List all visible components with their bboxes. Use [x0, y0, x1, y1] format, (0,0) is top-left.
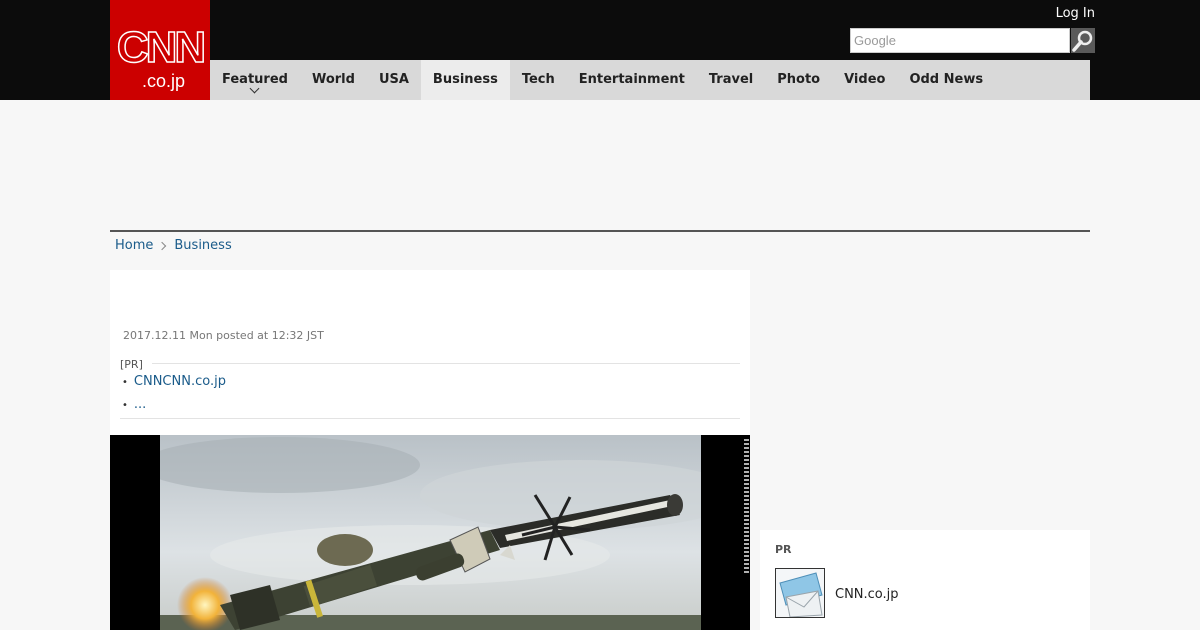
- nav-label: Photo: [777, 72, 821, 87]
- section-divider: [110, 230, 1090, 232]
- chevron-right-icon: [158, 241, 167, 250]
- nav-label: Entertainment: [578, 72, 685, 87]
- nav-label: Travel: [708, 72, 754, 87]
- breadcrumb: Home Business: [115, 238, 232, 253]
- nav-video[interactable]: Video: [832, 60, 897, 100]
- login-link[interactable]: Log In: [1056, 6, 1095, 21]
- nav-label: World: [311, 72, 355, 87]
- nav-featured[interactable]: Featured: [210, 60, 300, 100]
- logo-text: CNN: [116, 23, 207, 73]
- nav-label: Business: [432, 72, 498, 87]
- pr-link-text: CNNCNN.co.jp: [133, 374, 226, 389]
- nav-business[interactable]: Business: [420, 60, 510, 100]
- nav-label: Odd News: [909, 72, 984, 87]
- pr-link-item[interactable]: • CNNCNN.co.jp: [122, 374, 226, 389]
- pr-divider-bottom: [120, 418, 740, 419]
- pr-link-item[interactable]: •...: [122, 397, 146, 412]
- post-date: 2017.12.11 Mon posted at 12:32 JST: [123, 329, 324, 342]
- main-nav: Featured World USA Business Tech Enterta…: [210, 60, 1090, 100]
- sidebar-pr-box: PR CNN.co.jp: [760, 530, 1090, 630]
- search-icon: [1072, 30, 1093, 52]
- cnn-logo[interactable]: CNN .co.jp: [110, 0, 210, 100]
- nav-world[interactable]: World: [300, 60, 367, 100]
- nav-odd-news[interactable]: Odd News: [897, 60, 995, 100]
- nav-photo[interactable]: Photo: [765, 60, 832, 100]
- pr-link-text: ...: [133, 397, 147, 412]
- photo-credit-strip: [744, 439, 749, 574]
- nav-usa[interactable]: USA: [367, 60, 421, 100]
- nav-entertainment[interactable]: Entertainment: [567, 60, 697, 100]
- breadcrumb-business[interactable]: Business: [174, 238, 231, 253]
- bullet-icon: •: [122, 400, 128, 411]
- nav-label: Video: [844, 72, 886, 87]
- nav-label: Tech: [521, 72, 555, 87]
- pr-label: [PR]: [120, 358, 143, 371]
- pr-divider: [152, 363, 740, 364]
- pr-thumbnail[interactable]: [775, 568, 825, 618]
- pr-item-name[interactable]: CNN.co.jp: [835, 587, 899, 602]
- top-header: CNN .co.jp Log In Featured World USA Bus…: [0, 0, 1200, 100]
- search-input[interactable]: [850, 28, 1070, 53]
- logo-subtext: .co.jp: [142, 71, 186, 91]
- article-card: 2017.12.11 Mon posted at 12:32 JST [PR] …: [110, 270, 750, 630]
- nav-label: USA: [378, 72, 409, 87]
- search-button[interactable]: [1071, 28, 1095, 53]
- bullet-icon: •: [122, 377, 128, 388]
- mail-icon: [776, 569, 824, 617]
- nav-tech[interactable]: Tech: [510, 60, 567, 100]
- breadcrumb-home[interactable]: Home: [115, 238, 153, 253]
- nav-travel[interactable]: Travel: [697, 60, 765, 100]
- article-photo[interactable]: [110, 435, 750, 630]
- sidebar-pr-title: PR: [775, 543, 792, 556]
- javelin-missile-photo: [160, 435, 701, 630]
